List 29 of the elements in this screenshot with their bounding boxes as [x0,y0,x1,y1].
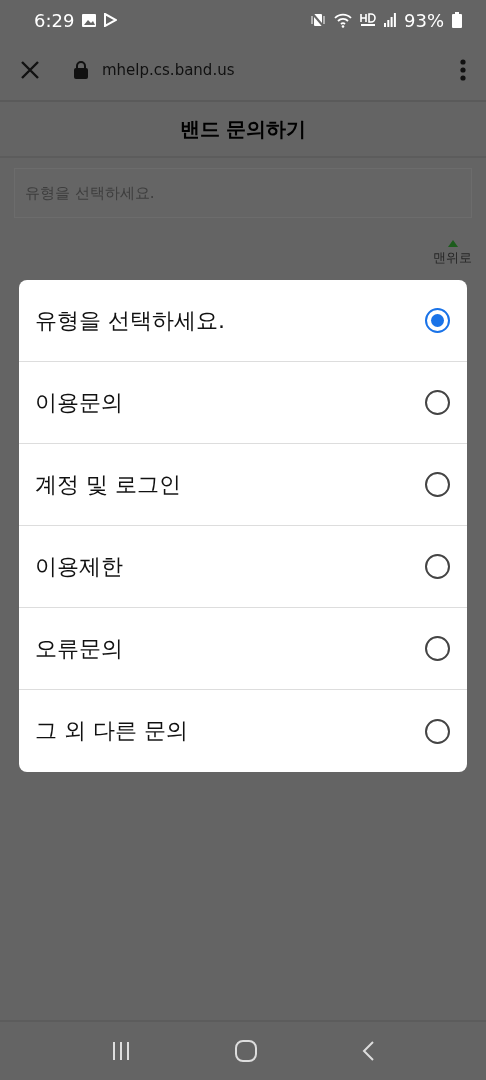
signal-icon [384,13,396,27]
radio-button[interactable] [425,554,450,579]
more-menu-icon[interactable] [460,59,466,81]
option-label[interactable]: 유형을 선택하세요. [35,305,225,336]
recent-apps-icon[interactable] [111,1041,132,1061]
battery-icon [452,12,462,28]
play-store-icon [104,13,118,27]
option-label[interactable]: 그 외 다른 문의 [35,716,188,746]
battery-percent: 93% [404,9,444,31]
option-label[interactable]: 오류문의 [35,633,123,664]
radio-button[interactable] [425,308,450,333]
radio-button[interactable] [425,472,450,497]
close-icon[interactable] [20,60,40,80]
option-label[interactable]: 이용문의 [35,387,123,418]
radio-button[interactable] [425,718,450,744]
hd-voice-icon [360,13,376,27]
page-title: 밴드 문의하기 [179,115,307,143]
image-icon [82,13,97,27]
lock-icon [74,61,88,79]
mute-vibrate-icon [310,12,326,28]
radio-button[interactable] [425,636,450,661]
home-icon[interactable] [234,1039,258,1063]
option-label[interactable]: 이용제한 [35,551,123,582]
wifi-icon [334,12,352,28]
radio-button[interactable] [425,390,450,415]
back-icon[interactable] [360,1040,375,1062]
triangle-up-icon [447,240,458,247]
option-label[interactable]: 계정 및 로그인 [35,469,181,500]
status-time: 6:29 [34,9,75,31]
